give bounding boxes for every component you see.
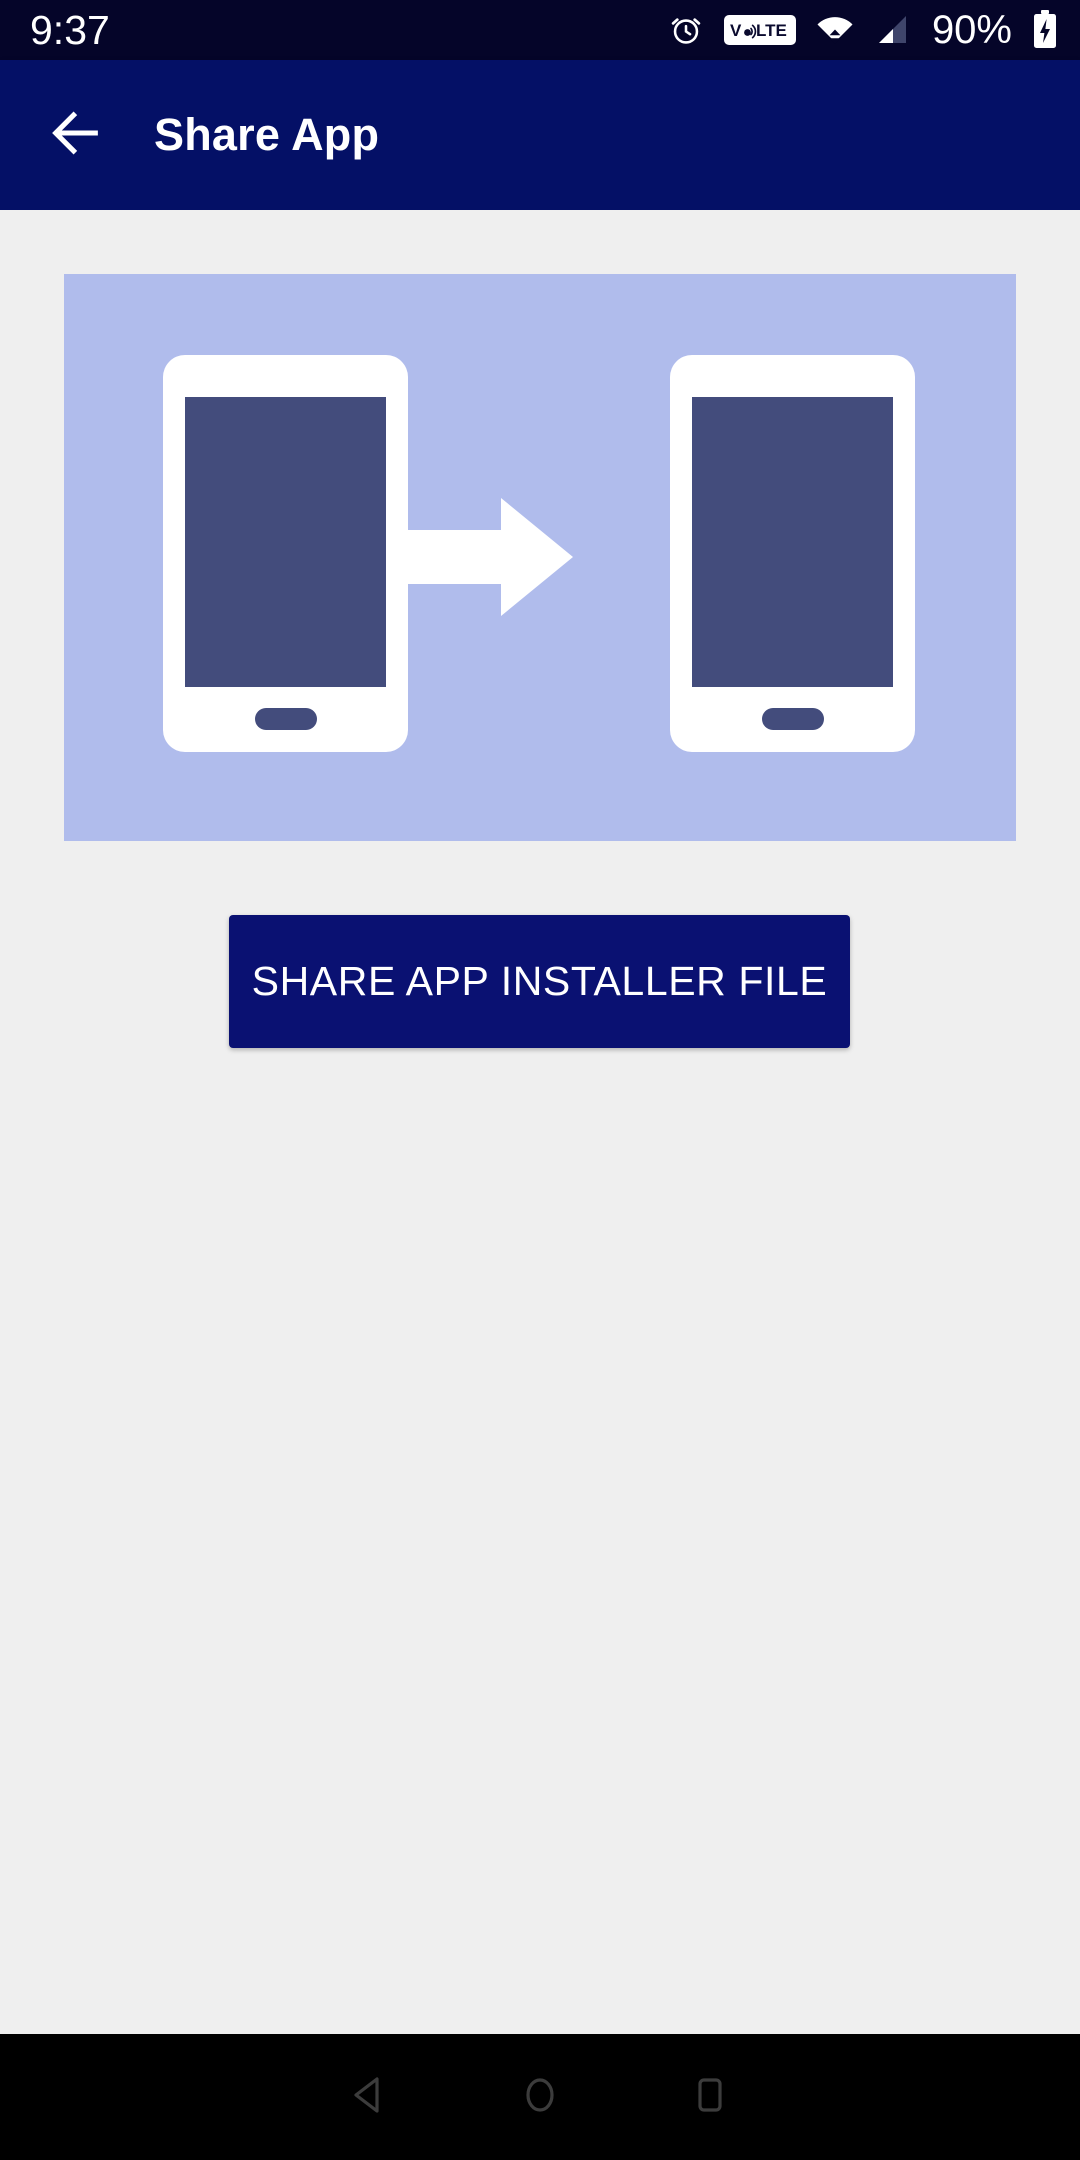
app-bar: Share App <box>0 60 1080 210</box>
volte-icon: V LTE <box>723 15 796 45</box>
system-navigation-bar <box>0 2034 1080 2160</box>
nav-home-button[interactable] <box>455 2034 625 2160</box>
target-phone-home-button <box>761 708 824 730</box>
status-bar-icon-tray: V LTE 90% <box>668 0 1058 60</box>
svg-text:V: V <box>730 21 742 40</box>
battery-charging-icon <box>1032 10 1058 50</box>
circle-home-icon <box>516 2071 564 2124</box>
nav-back-button[interactable] <box>285 2034 455 2160</box>
share-app-installer-file-button[interactable]: SHARE APP INSTALLER FILE <box>229 915 850 1048</box>
wifi-icon <box>816 15 854 45</box>
source-phone-home-button <box>254 708 317 730</box>
target-phone-screen <box>692 397 893 687</box>
content-area: SHARE APP INSTALLER FILE <box>0 210 1080 2034</box>
phone-screen-root: 9:37 V LTE 90% Share App SHARE APP INSTA… <box>0 0 1080 2160</box>
alarm-icon <box>668 12 704 48</box>
square-recents-icon <box>686 2071 734 2124</box>
target-phone-graphic <box>670 355 915 752</box>
status-bar-clock: 9:37 <box>30 7 110 53</box>
source-phone-screen <box>185 397 386 687</box>
cellular-signal-icon <box>874 15 908 45</box>
arrow-left-icon <box>47 104 105 167</box>
triangle-back-icon <box>346 2071 394 2124</box>
status-bar: 9:37 V LTE 90% <box>0 0 1080 60</box>
svg-text:LTE: LTE <box>756 21 787 40</box>
source-phone-graphic <box>163 355 408 752</box>
back-button[interactable] <box>40 99 112 171</box>
page-title: Share App <box>154 109 380 160</box>
battery-percent-label: 90% <box>931 8 1012 52</box>
transfer-arrow-icon <box>405 496 575 618</box>
share-app-illustration <box>64 274 1016 841</box>
nav-recents-button[interactable] <box>625 2034 795 2160</box>
